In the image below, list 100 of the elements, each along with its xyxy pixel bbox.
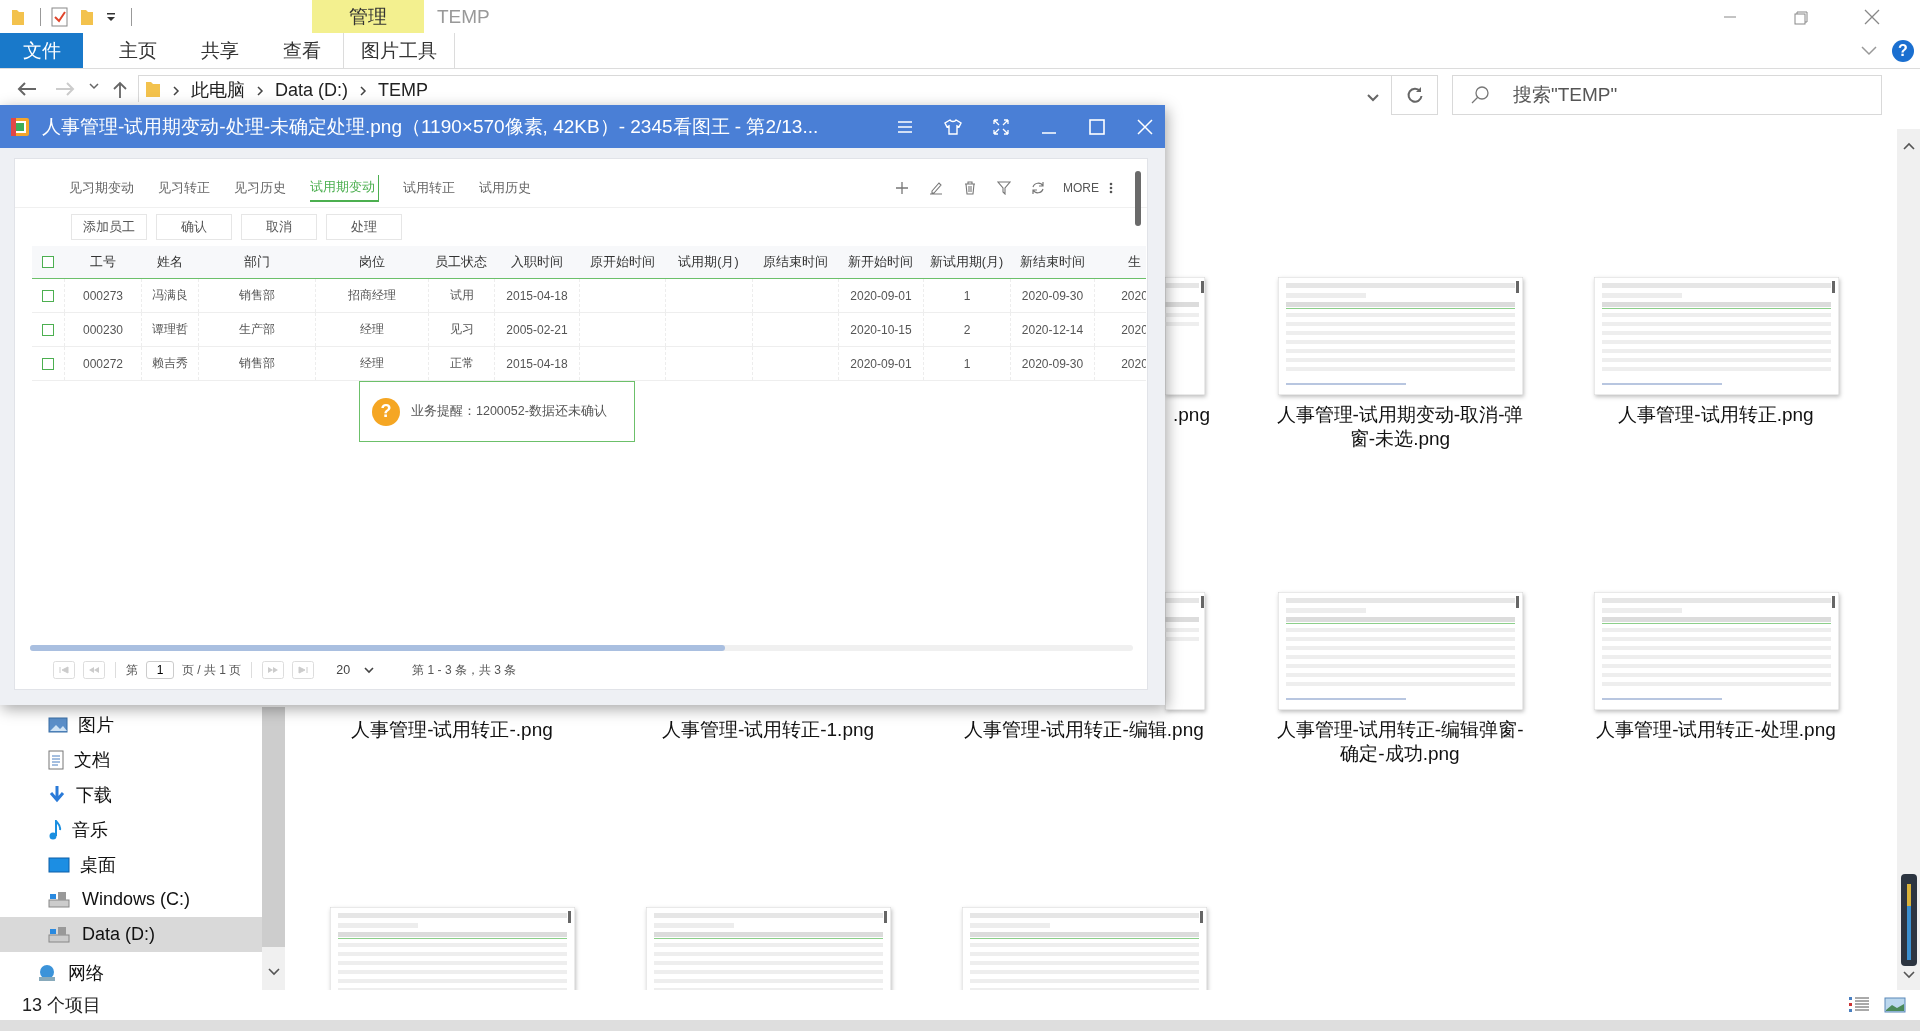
ribbon-tab[interactable]: 文件	[0, 33, 83, 68]
table-cell: 生产部	[239, 321, 275, 338]
nav-item[interactable]: 桌面	[0, 847, 262, 882]
table-cell: 1	[963, 288, 971, 303]
tab[interactable]: 见习转正	[158, 175, 210, 201]
plus-icon[interactable]	[895, 181, 909, 195]
ribbon-tab[interactable]: 主页	[97, 33, 179, 68]
tab[interactable]: 试用历史	[479, 175, 531, 201]
last-page-icon[interactable]	[292, 661, 315, 679]
breadcrumb[interactable]: 此电脑	[191, 80, 245, 100]
column-header[interactable]: 新开始时间	[848, 253, 913, 271]
table-cell: 试用	[449, 287, 474, 304]
tab[interactable]: 见习期变动	[69, 175, 134, 201]
address-bar[interactable]: 此电脑 Data (D:) TEMP	[138, 75, 1391, 102]
trash-icon[interactable]	[963, 181, 977, 195]
nav-item[interactable]: 网络	[0, 955, 262, 990]
file-name[interactable]: 人事管理-试用转正-处理.png	[1586, 718, 1846, 742]
action-button[interactable]: 添加员工	[71, 214, 147, 240]
column-header[interactable]: 试用期(月)	[678, 253, 739, 271]
ribbon-tab[interactable]: 图片工具	[343, 33, 455, 68]
record-summary: 第 1 - 3 条，共 3 条	[412, 661, 517, 679]
refresh-button[interactable]	[1391, 75, 1438, 115]
file-name[interactable]: 人事管理-试用转正-1.png	[638, 718, 898, 742]
action-button[interactable]: 确认	[156, 214, 232, 240]
column-header[interactable]: 部门	[243, 253, 270, 271]
checkbox[interactable]	[42, 357, 54, 370]
tab[interactable]: 见习历史	[234, 175, 286, 201]
maximize-icon[interactable]	[1087, 117, 1107, 136]
dropdown-icon[interactable]	[105, 10, 117, 23]
column-header[interactable]: 原开始时间	[589, 253, 655, 271]
breadcrumb[interactable]: TEMP	[378, 80, 429, 100]
nav-item[interactable]: 图片	[0, 707, 262, 742]
chevron-icon[interactable]	[266, 967, 281, 977]
chevron-up-icon[interactable]	[1901, 141, 1916, 151]
next-page-icon[interactable]	[262, 661, 285, 679]
scrollbar[interactable]	[262, 707, 285, 990]
scrollbar[interactable]	[30, 645, 1133, 651]
fullscreen-icon[interactable]	[991, 117, 1011, 136]
column-header[interactable]: 原结束时间	[762, 253, 828, 271]
ribbon-tab[interactable]: 查看	[261, 33, 343, 68]
filter-icon[interactable]	[997, 181, 1011, 195]
help-icon[interactable]: ?	[1892, 39, 1914, 62]
scrollbar[interactable]	[1897, 129, 1920, 990]
column-header[interactable]: 生	[1127, 253, 1141, 271]
up-icon[interactable]	[112, 81, 128, 99]
large-icons-view-icon[interactable]	[1884, 996, 1906, 1014]
close-icon[interactable]	[1135, 117, 1155, 136]
column-header[interactable]: 姓名	[156, 253, 183, 271]
more-button[interactable]: MORE	[1063, 181, 1099, 195]
column-header[interactable]: 工号	[89, 253, 116, 271]
scrollbar-thumb[interactable]	[1135, 171, 1141, 226]
chevron-icon[interactable]	[1860, 44, 1878, 57]
forward-icon[interactable]	[54, 81, 76, 97]
chevron-right-icon[interactable]	[171, 85, 181, 97]
details-view-icon[interactable]	[1848, 996, 1870, 1014]
column-header[interactable]: 员工状态	[435, 253, 487, 271]
nav-item[interactable]: Windows (C:)	[0, 882, 262, 917]
properties-icon[interactable]	[51, 6, 69, 27]
column-header[interactable]: 新试用期(月)	[929, 253, 1004, 271]
first-page-icon[interactable]	[53, 661, 75, 679]
file-name[interactable]: 人事管理-试用转正-.png	[322, 718, 582, 742]
breadcrumb[interactable]: Data (D:)	[275, 80, 348, 100]
window-title: TEMP	[437, 5, 490, 28]
action-button[interactable]: 处理	[326, 214, 402, 240]
action-button[interactable]: 取消	[241, 214, 317, 240]
column-header[interactable]: 新结束时间	[1019, 253, 1085, 271]
checkbox[interactable]	[42, 256, 54, 268]
edit-icon[interactable]	[929, 181, 943, 195]
checkbox[interactable]	[42, 289, 54, 302]
checkbox[interactable]	[42, 323, 54, 336]
chevron-right-icon[interactable]	[358, 85, 368, 97]
menu-icon[interactable]	[895, 118, 915, 135]
column-header[interactable]: 入职时间	[510, 253, 563, 271]
table-cell: 2020-12-14	[1021, 322, 1084, 337]
nav-item[interactable]: Data (D:)	[0, 917, 262, 952]
file-name[interactable]: .png	[1173, 403, 1210, 427]
file-name[interactable]: 人事管理-试用期变动-取消-弹窗-未选.png	[1270, 403, 1530, 451]
ribbon-tab[interactable]: 共享	[179, 33, 261, 68]
refresh-icon[interactable]	[1031, 181, 1045, 195]
file-name[interactable]: 人事管理-试用转正-编辑弹窗-确定-成功.png	[1270, 718, 1530, 766]
column-header[interactable]: 岗位	[358, 253, 385, 271]
chevron-icon[interactable]	[1365, 92, 1381, 104]
page-number-field[interactable]: 1	[146, 661, 174, 679]
tab[interactable]: 试用转正	[403, 175, 455, 201]
more-vertical-icon[interactable]	[1109, 182, 1113, 194]
nav-item[interactable]: 文档	[0, 742, 262, 777]
desktop-icon	[48, 856, 70, 873]
nav-item[interactable]: 音乐	[0, 812, 262, 847]
file-name[interactable]: 人事管理-试用转正.png	[1586, 403, 1846, 427]
file-name[interactable]: 人事管理-试用转正-编辑.png	[954, 718, 1214, 742]
page-size-select[interactable]: 20	[336, 663, 375, 677]
shirt-icon[interactable]	[943, 117, 963, 136]
previous-page-icon[interactable]	[83, 661, 105, 679]
chevron-right-icon[interactable]	[255, 85, 265, 97]
question-icon: ?	[372, 397, 400, 426]
back-icon[interactable]	[16, 81, 38, 97]
nav-item[interactable]: 下载	[0, 777, 262, 812]
chevron-icon[interactable]	[1901, 970, 1916, 980]
chevron-icon[interactable]	[88, 81, 100, 91]
search-field[interactable]: 搜索"TEMP"	[1452, 75, 1882, 115]
